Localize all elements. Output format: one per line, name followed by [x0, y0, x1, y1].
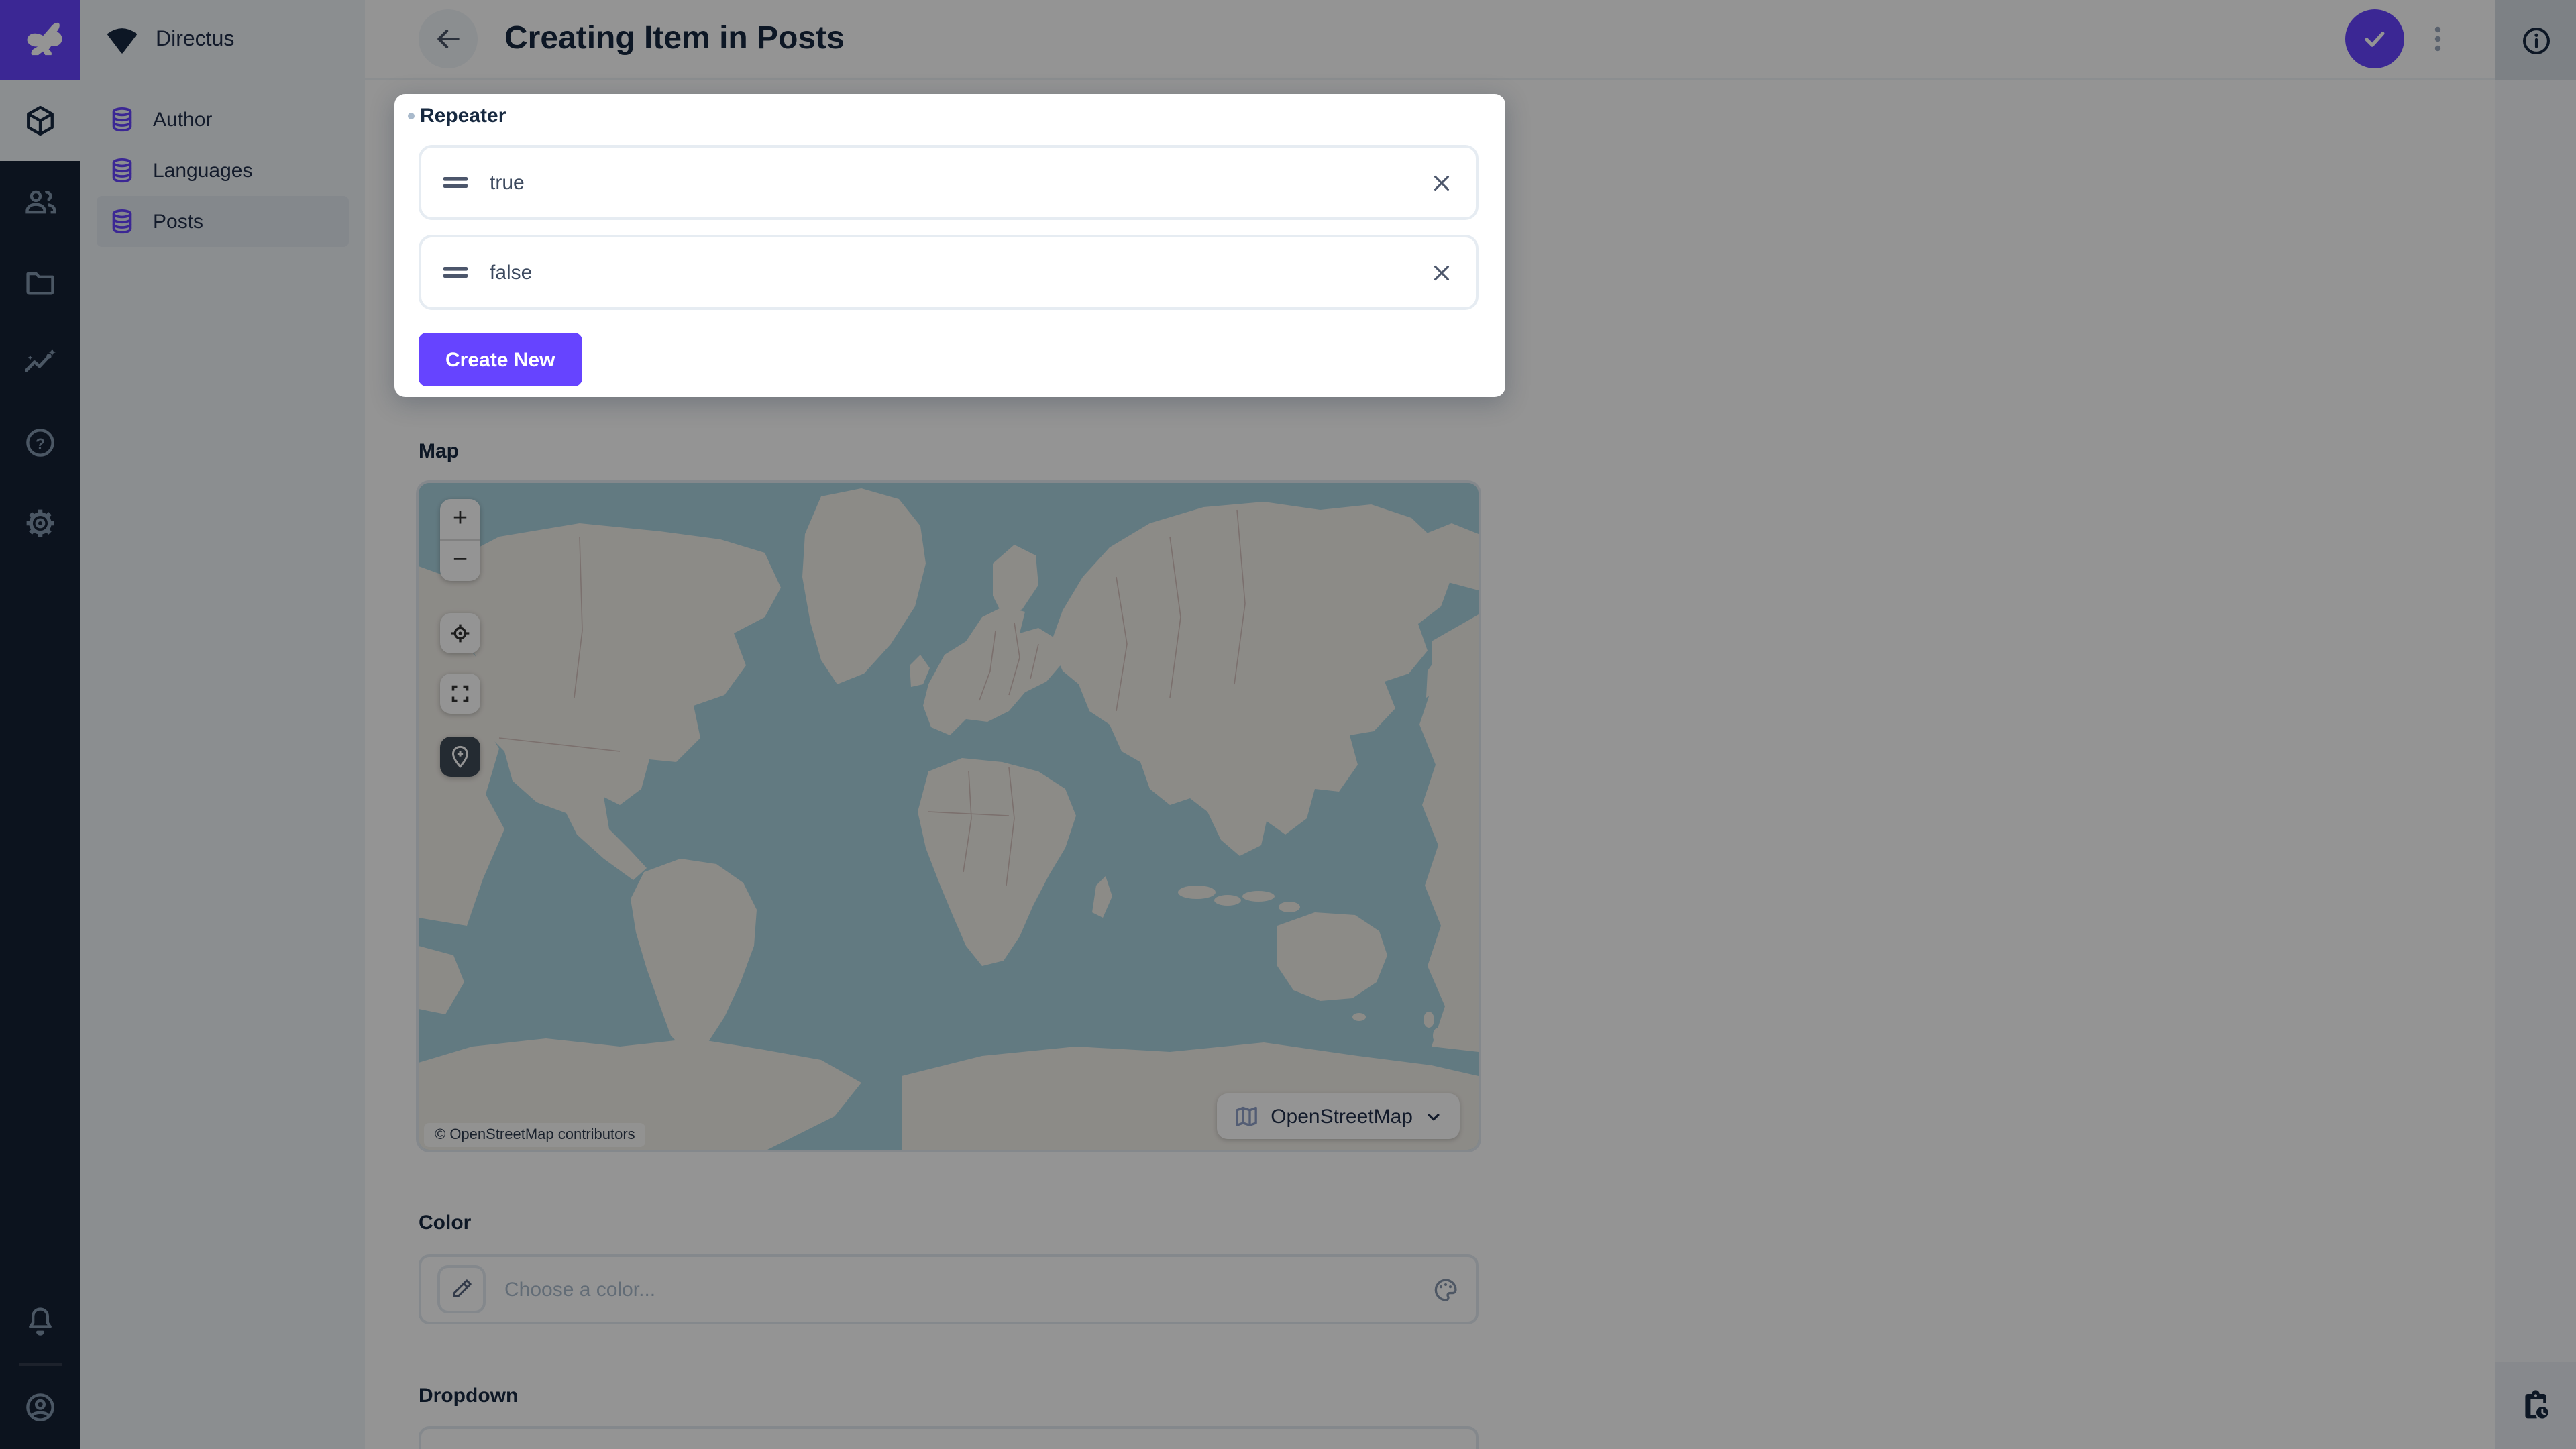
close-icon[interactable] [1429, 170, 1454, 195]
repeater-popover: Repeater Create New [394, 94, 1505, 397]
create-new-button[interactable]: Create New [419, 333, 582, 386]
close-icon[interactable] [1429, 260, 1454, 285]
repeater-item-input[interactable] [487, 170, 1410, 195]
repeater-item-input[interactable] [487, 260, 1410, 285]
repeater-field-label: Repeater [420, 105, 506, 127]
directus-app: ? Directus [0, 0, 2576, 1449]
field-edited-dot [408, 113, 415, 119]
repeater-row [419, 235, 1479, 310]
drag-handle-icon[interactable] [443, 174, 468, 191]
repeater-row [419, 145, 1479, 220]
drag-handle-icon[interactable] [443, 264, 468, 280]
